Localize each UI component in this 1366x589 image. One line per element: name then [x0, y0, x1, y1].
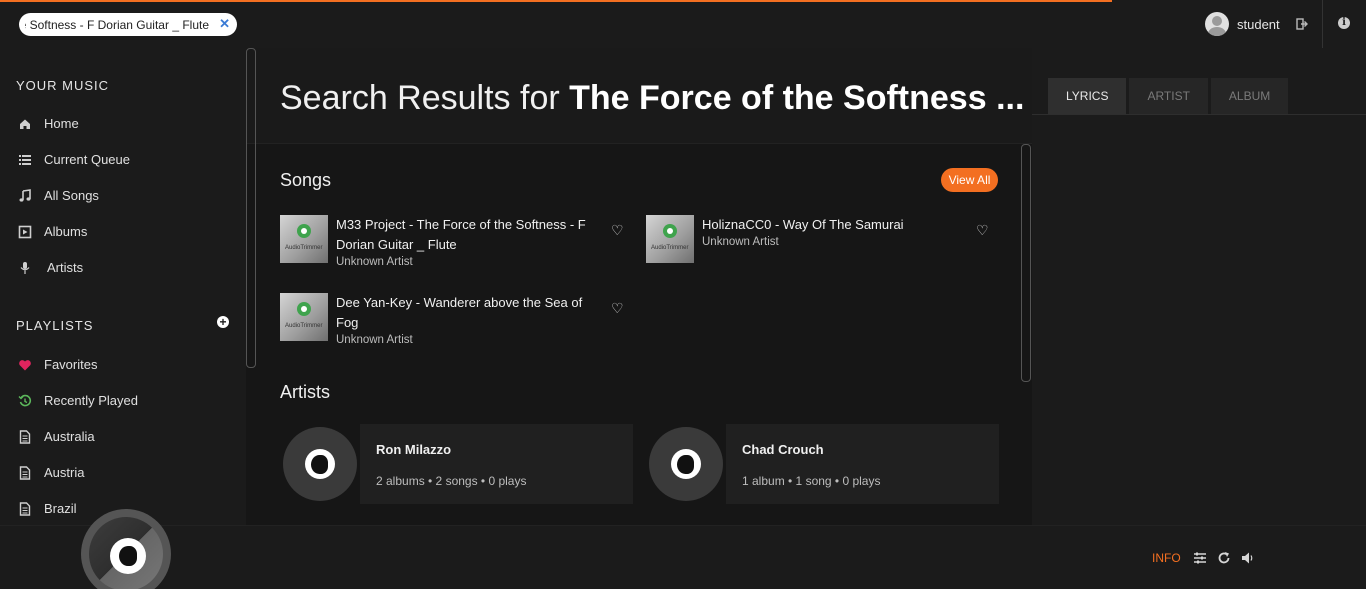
song-item[interactable]: AudioTrimmer Dee Yan-Key - Wanderer abov…: [280, 293, 608, 346]
divider: [1322, 0, 1323, 48]
playlist-item-australia[interactable]: Australia: [18, 429, 95, 444]
close-icon[interactable]: ✕: [219, 16, 230, 32]
history-icon: [18, 394, 32, 406]
artist-card-body: Ron Milazzo 2 albums • 2 songs • 0 plays: [360, 424, 633, 504]
document-icon: [19, 465, 31, 480]
view-all-button[interactable]: View All: [941, 168, 998, 192]
heart-icon[interactable]: ♡: [611, 223, 625, 237]
artist-avatar[interactable]: [649, 427, 723, 501]
song-item[interactable]: AudioTrimmer M33 Project - The Force of …: [280, 215, 608, 268]
song-cover[interactable]: AudioTrimmer: [280, 215, 328, 263]
playlist-item-austria[interactable]: Austria: [18, 465, 84, 480]
sidebar-item-label: Albums: [44, 224, 88, 239]
artist-meta: 2 albums • 2 songs • 0 plays: [376, 474, 527, 488]
leaf-icon: [663, 224, 677, 238]
volume-icon[interactable]: [1241, 551, 1255, 565]
sidebar-item-albums[interactable]: Albums: [18, 224, 87, 239]
document-icon: [19, 501, 31, 516]
document-icon: [19, 429, 31, 444]
playlist-item-label: Austria: [44, 465, 85, 480]
song-title[interactable]: M33 Project - The Force of the Softness …: [336, 215, 608, 255]
playlists-heading: PLAYLISTS: [16, 318, 94, 333]
artist-card[interactable]: Chad Crouch 1 album • 1 song • 0 plays: [646, 424, 999, 504]
artist-name[interactable]: Chad Crouch: [742, 442, 824, 457]
song-item[interactable]: AudioTrimmer HoliznaCC0 - Way Of The Sam…: [646, 215, 974, 263]
sidebar-item-current-queue[interactable]: Current Queue: [18, 152, 130, 167]
top-bar: ✕ student i: [0, 0, 1366, 48]
tab-artist[interactable]: ARTIST: [1129, 78, 1208, 114]
heart-icon[interactable]: ♡: [976, 223, 990, 237]
artist-card[interactable]: Ron Milazzo 2 albums • 2 songs • 0 plays: [280, 424, 633, 504]
song-artist[interactable]: Unknown Artist: [336, 256, 608, 268]
divider: [1032, 114, 1366, 115]
playlist-item-label: Favorites: [44, 357, 98, 372]
sidebar-item-label: Home: [44, 116, 79, 131]
page-header: Search Results for The Force of the Soft…: [246, 48, 1032, 144]
song-title[interactable]: HoliznaCC0 - Way Of The Samurai: [702, 215, 974, 235]
home-icon: [20, 119, 30, 129]
song-artist[interactable]: Unknown Artist: [336, 334, 608, 346]
songs-heading: Songs: [280, 170, 332, 190]
sidebar-item-label: Current Queue: [44, 152, 130, 167]
artists-heading: Artists: [280, 382, 331, 402]
tab-lyrics[interactable]: LYRICS: [1048, 78, 1127, 114]
sidebar-item-label: All Songs: [44, 188, 99, 203]
extra-panel: LYRICS ARTIST ALBUM: [1032, 48, 1366, 525]
equalizer-icon[interactable]: [1193, 551, 1207, 565]
leaf-icon: [297, 302, 311, 316]
now-playing-artwork: [110, 538, 146, 574]
song-title[interactable]: Dee Yan-Key - Wanderer above the Sea of …: [336, 293, 608, 333]
footer-controls: INFO: [1152, 551, 1255, 565]
sidebar-item-all-songs[interactable]: All Songs: [18, 188, 99, 203]
playlist-item-recently-played[interactable]: Recently Played: [18, 393, 138, 408]
song-cover[interactable]: AudioTrimmer: [646, 215, 694, 263]
cover-brand-text: AudioTrimmer: [285, 245, 323, 251]
playlist-item-label: Australia: [44, 429, 95, 444]
logout-icon[interactable]: [1295, 18, 1308, 30]
tab-album[interactable]: ALBUM: [1210, 78, 1289, 114]
music-note-icon: [19, 188, 31, 202]
search-box[interactable]: ✕: [19, 13, 237, 36]
loading-progress-bar: [0, 0, 1112, 2]
artist-meta: 1 album • 1 song • 0 plays: [742, 474, 881, 488]
playlist-item-favorites[interactable]: Favorites: [18, 357, 97, 372]
sidebar-item-home[interactable]: Home: [18, 116, 79, 131]
your-music-heading: YOUR MUSIC: [16, 78, 110, 93]
info-toggle-button[interactable]: INFO: [1152, 551, 1181, 565]
playlist-item-label: Recently Played: [44, 393, 138, 408]
artist-avatar[interactable]: [283, 427, 357, 501]
microphone-icon: [20, 261, 30, 274]
main-scrollbar[interactable]: [1021, 144, 1031, 382]
artist-name[interactable]: Ron Milazzo: [376, 442, 451, 457]
sidebar-item-artists[interactable]: Artists: [18, 260, 83, 275]
sidebar-scrollbar[interactable]: [246, 48, 256, 368]
sidebar: YOUR MUSIC Home Current Queue All Songs …: [0, 48, 246, 525]
cover-brand-text: AudioTrimmer: [285, 323, 323, 329]
user-menu[interactable]: student: [1205, 12, 1308, 36]
heart-icon[interactable]: ♡: [611, 301, 625, 315]
username[interactable]: student: [1237, 17, 1280, 32]
page-title: Search Results for The Force of the Soft…: [280, 79, 1024, 118]
artist-card-body: Chad Crouch 1 album • 1 song • 0 plays: [726, 424, 999, 504]
search-input[interactable]: [19, 17, 209, 32]
leaf-icon: [297, 224, 311, 238]
add-playlist-icon[interactable]: +: [217, 316, 229, 328]
song-cover[interactable]: AudioTrimmer: [280, 293, 328, 341]
title-query: The Force of the Softness ...: [569, 79, 1025, 117]
avatar[interactable]: [1205, 12, 1229, 36]
heart-icon: [19, 359, 31, 370]
title-prefix: Search Results for: [280, 79, 570, 117]
playlist-item-label: Brazil: [44, 501, 77, 516]
search-results-panel: Search Results for The Force of the Soft…: [246, 48, 1032, 525]
song-artist[interactable]: Unknown Artist: [702, 236, 974, 248]
album-icon: [18, 225, 32, 238]
sidebar-item-label: Artists: [47, 260, 84, 275]
extra-panel-tabs: LYRICS ARTIST ALBUM: [1048, 78, 1291, 114]
cover-brand-text: AudioTrimmer: [651, 245, 689, 251]
info-icon[interactable]: i: [1338, 17, 1350, 29]
repeat-icon[interactable]: [1217, 551, 1231, 565]
playlist-item-brazil[interactable]: Brazil: [18, 501, 77, 516]
list-icon: [19, 154, 31, 165]
